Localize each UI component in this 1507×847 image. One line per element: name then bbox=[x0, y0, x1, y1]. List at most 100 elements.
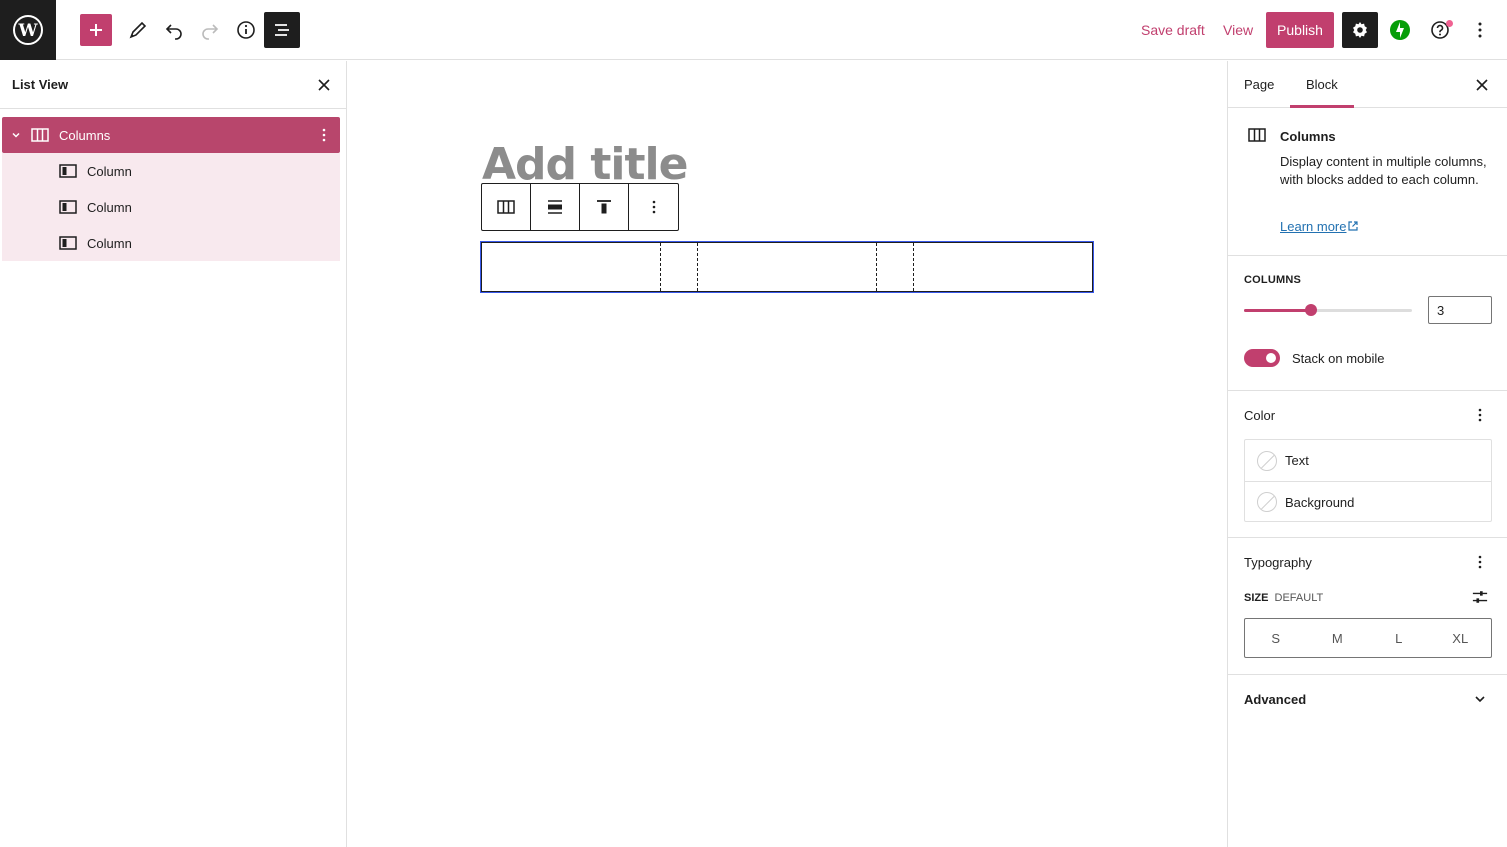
close-sidebar-button[interactable] bbox=[1472, 75, 1492, 95]
view-button[interactable]: View bbox=[1223, 22, 1253, 38]
sidebar-tabs: Page Block bbox=[1228, 61, 1507, 108]
column-divider bbox=[876, 243, 877, 291]
color-swatch-icon bbox=[1257, 450, 1277, 471]
background-color-item[interactable]: Background bbox=[1245, 481, 1491, 522]
close-list-view-button[interactable] bbox=[314, 75, 334, 95]
font-size-picker: S M L XL bbox=[1244, 618, 1492, 658]
divider bbox=[1228, 537, 1507, 538]
list-item-label: Columns bbox=[59, 127, 111, 143]
more-vertical-icon bbox=[1478, 408, 1482, 422]
align-button[interactable] bbox=[531, 184, 580, 230]
add-block-button[interactable] bbox=[80, 14, 112, 46]
undo-icon bbox=[165, 24, 182, 40]
list-item-column[interactable]: Column bbox=[2, 153, 340, 189]
list-view-header: List View bbox=[0, 61, 346, 109]
chevron-down-icon[interactable] bbox=[11, 130, 21, 140]
list-view-button[interactable] bbox=[264, 12, 300, 48]
list-item-label: Column bbox=[87, 199, 132, 215]
block-toolbar bbox=[481, 183, 679, 231]
info-icon bbox=[237, 21, 255, 39]
save-draft-button[interactable]: Save draft bbox=[1141, 22, 1205, 38]
color-options-button[interactable] bbox=[1472, 407, 1488, 423]
external-link-icon bbox=[1348, 221, 1359, 231]
svg-text:W: W bbox=[17, 21, 38, 41]
editor-header: W Save draft View Publish bbox=[0, 0, 1507, 60]
redo-icon bbox=[202, 24, 219, 40]
typography-panel-title: Typography bbox=[1244, 555, 1312, 570]
gear-icon bbox=[1353, 22, 1367, 38]
column-icon bbox=[59, 200, 77, 214]
stack-on-mobile-label: Stack on mobile bbox=[1292, 351, 1385, 366]
text-color-item[interactable]: Text bbox=[1245, 440, 1491, 481]
editor-canvas: Add title bbox=[347, 61, 1227, 847]
more-vertical-icon bbox=[1478, 22, 1482, 38]
list-item-column[interactable]: Column bbox=[2, 225, 340, 261]
columns-icon bbox=[1248, 128, 1266, 142]
color-item-label: Background bbox=[1285, 494, 1355, 510]
columns-number-input[interactable]: 3 bbox=[1428, 296, 1492, 324]
settings-sliders-icon bbox=[1472, 591, 1488, 603]
columns-icon bbox=[497, 200, 515, 214]
advanced-toggle-button[interactable] bbox=[1472, 691, 1488, 707]
size-option-m[interactable]: M bbox=[1307, 619, 1369, 657]
font-size-value: DEFAULT bbox=[1274, 592, 1324, 604]
block-card: Columns Display content in multiple colu… bbox=[1228, 108, 1507, 256]
vertical-align-button[interactable] bbox=[580, 184, 629, 230]
more-vertical-icon[interactable] bbox=[316, 127, 332, 143]
stack-on-mobile-toggle[interactable] bbox=[1244, 349, 1280, 367]
list-item-column[interactable]: Column bbox=[2, 189, 340, 225]
columns-slider[interactable] bbox=[1244, 304, 1412, 316]
color-settings: Text Background bbox=[1244, 439, 1492, 522]
list-item-label: Column bbox=[87, 235, 132, 251]
wordpress-logo-button[interactable]: W bbox=[0, 0, 56, 60]
list-view-title: List View bbox=[12, 77, 69, 92]
size-option-l[interactable]: L bbox=[1368, 619, 1430, 657]
column-divider bbox=[697, 243, 698, 291]
list-item-label: Column bbox=[87, 163, 132, 179]
custom-size-button[interactable] bbox=[1472, 589, 1488, 605]
font-size-label: SIZE bbox=[1244, 592, 1269, 604]
align-top-icon bbox=[597, 200, 611, 214]
help-button[interactable] bbox=[1422, 12, 1458, 48]
slider-fill bbox=[1244, 309, 1312, 312]
typography-options-button[interactable] bbox=[1472, 554, 1488, 570]
close-icon bbox=[318, 79, 330, 91]
list-item-columns[interactable]: Columns bbox=[2, 117, 340, 153]
jetpack-button[interactable] bbox=[1382, 12, 1418, 48]
undo-button[interactable] bbox=[156, 12, 192, 48]
align-wide-icon bbox=[548, 200, 562, 214]
list-view-tree: Columns Column Column Column bbox=[2, 117, 340, 261]
size-option-s[interactable]: S bbox=[1245, 619, 1307, 657]
divider bbox=[1228, 390, 1507, 391]
tab-page[interactable]: Page bbox=[1244, 77, 1274, 92]
learn-more-link[interactable]: Learn more bbox=[1280, 219, 1359, 234]
list-view-panel: List View Columns Column Column Column bbox=[0, 61, 347, 847]
size-option-xl[interactable]: XL bbox=[1430, 619, 1492, 657]
column-icon bbox=[59, 164, 77, 178]
columns-count-label: COLUMNS bbox=[1244, 274, 1302, 286]
options-button[interactable] bbox=[1462, 12, 1498, 48]
details-button[interactable] bbox=[228, 12, 264, 48]
block-type-button[interactable] bbox=[482, 184, 531, 230]
settings-sidebar: Page Block Columns Display content in mu… bbox=[1227, 61, 1507, 847]
slider-thumb[interactable] bbox=[1305, 304, 1318, 316]
block-card-title: Columns bbox=[1280, 129, 1336, 144]
advanced-panel-title[interactable]: Advanced bbox=[1244, 692, 1306, 707]
more-vertical-icon bbox=[652, 200, 655, 214]
column-divider bbox=[913, 243, 914, 291]
tools-button[interactable] bbox=[120, 12, 156, 48]
block-options-button[interactable] bbox=[629, 184, 678, 230]
publish-button[interactable]: Publish bbox=[1266, 12, 1334, 48]
color-panel-title: Color bbox=[1244, 408, 1276, 423]
jetpack-icon bbox=[1390, 20, 1410, 40]
notification-dot bbox=[1446, 20, 1453, 27]
list-view-icon bbox=[275, 24, 289, 36]
chevron-down-icon bbox=[1475, 696, 1485, 703]
plus-icon bbox=[90, 24, 102, 36]
redo-button[interactable] bbox=[192, 12, 228, 48]
settings-button[interactable] bbox=[1342, 12, 1378, 48]
divider bbox=[1228, 674, 1507, 675]
tab-block[interactable]: Block bbox=[1306, 77, 1338, 92]
columns-block[interactable] bbox=[480, 241, 1094, 293]
learn-more-label: Learn more bbox=[1280, 219, 1347, 234]
